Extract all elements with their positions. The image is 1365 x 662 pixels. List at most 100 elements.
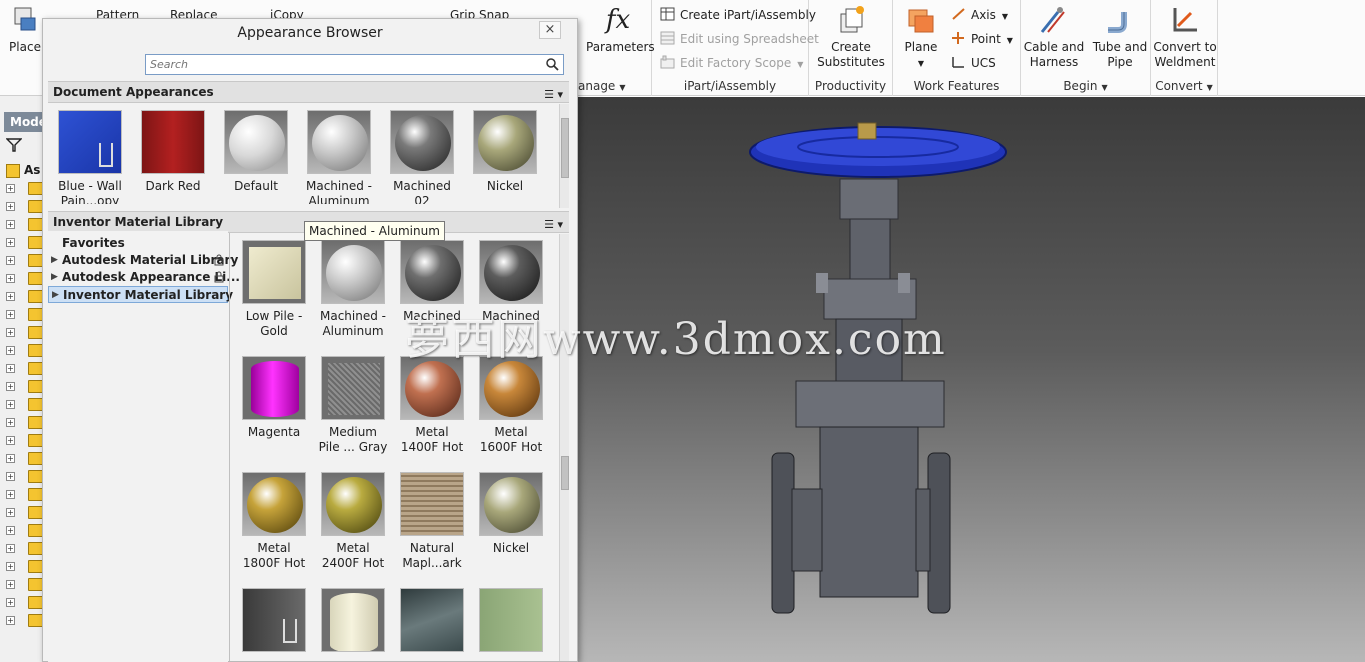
tree-node[interactable]: + — [6, 180, 44, 198]
expand-triangle-icon[interactable]: ▶ — [51, 252, 58, 269]
point-button[interactable]: Point ▼ — [951, 30, 1013, 48]
library-scrollbar[interactable] — [559, 234, 569, 661]
expand-icon[interactable]: + — [6, 526, 15, 535]
expand-icon[interactable]: + — [6, 202, 15, 211]
expand-triangle-icon[interactable]: ▶ — [51, 269, 58, 286]
view-options-icon[interactable]: ☰ ▾ — [544, 85, 563, 105]
parameters-button[interactable]: fx Parameters — [586, 4, 655, 55]
tree-node[interactable]: + — [6, 288, 44, 306]
tree-node[interactable]: + — [6, 360, 44, 378]
expand-icon[interactable]: + — [6, 256, 15, 265]
appearance-tile[interactable]: Dark Red — [134, 110, 212, 194]
document-scrollbar[interactable] — [559, 104, 569, 208]
material-tile[interactable]: Magenta — [235, 356, 313, 440]
material-tile[interactable]: Low Pile - Gold — [235, 240, 313, 339]
library-autodesk-appearance[interactable]: ▶ Autodesk Appearance Li... — [48, 269, 240, 286]
expand-icon[interactable]: + — [6, 508, 15, 517]
expand-icon[interactable]: + — [6, 400, 15, 409]
create-substitutes-button[interactable]: Create Substitutes — [815, 4, 887, 70]
tree-node[interactable]: + — [6, 378, 44, 396]
tree-node[interactable]: + — [6, 558, 44, 576]
appearance-tile[interactable]: Blue - Wall Pain...opy — [51, 110, 129, 204]
expand-icon[interactable]: + — [6, 346, 15, 355]
expand-icon[interactable]: + — [6, 310, 15, 319]
expand-icon[interactable]: + — [6, 580, 15, 589]
graphics-viewport[interactable] — [578, 97, 1365, 662]
expand-icon[interactable]: + — [6, 454, 15, 463]
expand-icon[interactable]: + — [6, 490, 15, 499]
material-tile[interactable] — [393, 588, 471, 657]
tree-node[interactable]: + — [6, 342, 44, 360]
document-appearances-header[interactable]: Document Appearances ☰ ▾ — [48, 81, 569, 103]
cable-harness-button[interactable]: Cable and Harness — [1023, 4, 1085, 70]
expand-icon[interactable]: + — [6, 544, 15, 553]
expand-icon[interactable]: + — [6, 616, 15, 625]
begin-group-label[interactable]: Begin ▼ — [1021, 78, 1150, 94]
dialog-title[interactable]: Appearance Browser — [43, 19, 577, 47]
material-tile[interactable]: Metal 1600F Hot — [472, 356, 550, 455]
convert-weldment-button[interactable]: Convert to Weldment — [1153, 4, 1217, 70]
plane-button[interactable]: Plane ▼ — [899, 4, 943, 71]
tree-node[interactable]: + — [6, 324, 44, 342]
expand-icon[interactable]: + — [6, 382, 15, 391]
material-tile[interactable]: Medium Pile ... Gray — [314, 356, 392, 455]
tree-node[interactable]: + — [6, 576, 44, 594]
tree-node[interactable]: + — [6, 414, 44, 432]
expand-icon[interactable]: + — [6, 328, 15, 337]
tree-node[interactable]: + — [6, 216, 44, 234]
tree-node[interactable]: + — [6, 612, 44, 630]
expand-icon[interactable]: + — [6, 364, 15, 373]
edit-spreadsheet-button[interactable]: Edit using Spreadsheet — [660, 30, 819, 48]
view-options-icon[interactable]: ☰ ▾ — [544, 215, 563, 235]
manage-group-label[interactable]: anage ▼ — [578, 78, 651, 94]
create-ipart-button[interactable]: Create iPart/iAssembly — [660, 6, 816, 24]
expand-icon[interactable]: + — [6, 220, 15, 229]
tree-node[interactable]: + — [6, 396, 44, 414]
expand-icon[interactable]: + — [6, 292, 15, 301]
place-button[interactable]: Place — [6, 4, 44, 55]
appearance-tile[interactable]: Nickel — [466, 110, 544, 194]
splitter[interactable] — [229, 233, 230, 661]
material-tile[interactable] — [472, 588, 550, 657]
material-tile[interactable] — [235, 588, 313, 657]
tree-node[interactable]: + — [6, 540, 44, 558]
expand-icon[interactable]: + — [6, 436, 15, 445]
tree-node[interactable]: + — [6, 198, 44, 216]
material-tile[interactable]: Natural Mapl...ark — [393, 472, 471, 571]
material-tile[interactable]: Metal 1400F Hot — [393, 356, 471, 455]
material-tile[interactable]: Machined - Aluminum — [314, 240, 392, 339]
tree-node[interactable]: + — [6, 522, 44, 540]
edit-factory-scope-button[interactable]: Edit Factory Scope ▼ — [660, 54, 803, 72]
expand-icon[interactable]: + — [6, 598, 15, 607]
tree-node[interactable]: + — [6, 432, 44, 450]
tree-node[interactable]: + — [6, 594, 44, 612]
tree-node[interactable]: + — [6, 504, 44, 522]
tree-node[interactable]: + — [6, 450, 44, 468]
expand-icon[interactable]: + — [6, 238, 15, 247]
scroll-thumb[interactable] — [561, 118, 569, 178]
expand-triangle-icon[interactable]: ▶ — [52, 287, 59, 304]
convert-group-label[interactable]: Convert ▼ — [1151, 78, 1217, 94]
scroll-thumb[interactable] — [561, 456, 569, 490]
tree-node[interactable]: + — [6, 234, 44, 252]
material-tile[interactable] — [314, 588, 392, 657]
tree-node[interactable]: + — [6, 306, 44, 324]
tube-pipe-button[interactable]: Tube and Pipe — [1089, 4, 1151, 70]
material-tile[interactable]: Nickel — [472, 472, 550, 556]
expand-icon[interactable]: + — [6, 562, 15, 571]
tree-node[interactable]: + — [6, 468, 44, 486]
expand-icon[interactable]: + — [6, 274, 15, 283]
appearance-tile[interactable]: Machined 02 — [383, 110, 461, 204]
axis-button[interactable]: Axis ▼ — [951, 6, 1008, 24]
tree-node[interactable]: + — [6, 252, 44, 270]
close-icon[interactable]: × — [539, 21, 561, 39]
tree-node[interactable]: + — [6, 486, 44, 504]
expand-icon[interactable]: + — [6, 472, 15, 481]
gate-valve-model[interactable] — [578, 97, 1365, 662]
search-input[interactable] — [146, 55, 526, 74]
expand-icon[interactable]: + — [6, 418, 15, 427]
library-inventor-material[interactable]: ▶ Inventor Material Library — [48, 286, 233, 304]
ucs-button[interactable]: UCS — [951, 54, 996, 72]
tree-root[interactable]: As — [6, 162, 42, 180]
tree-node[interactable]: + — [6, 270, 44, 288]
